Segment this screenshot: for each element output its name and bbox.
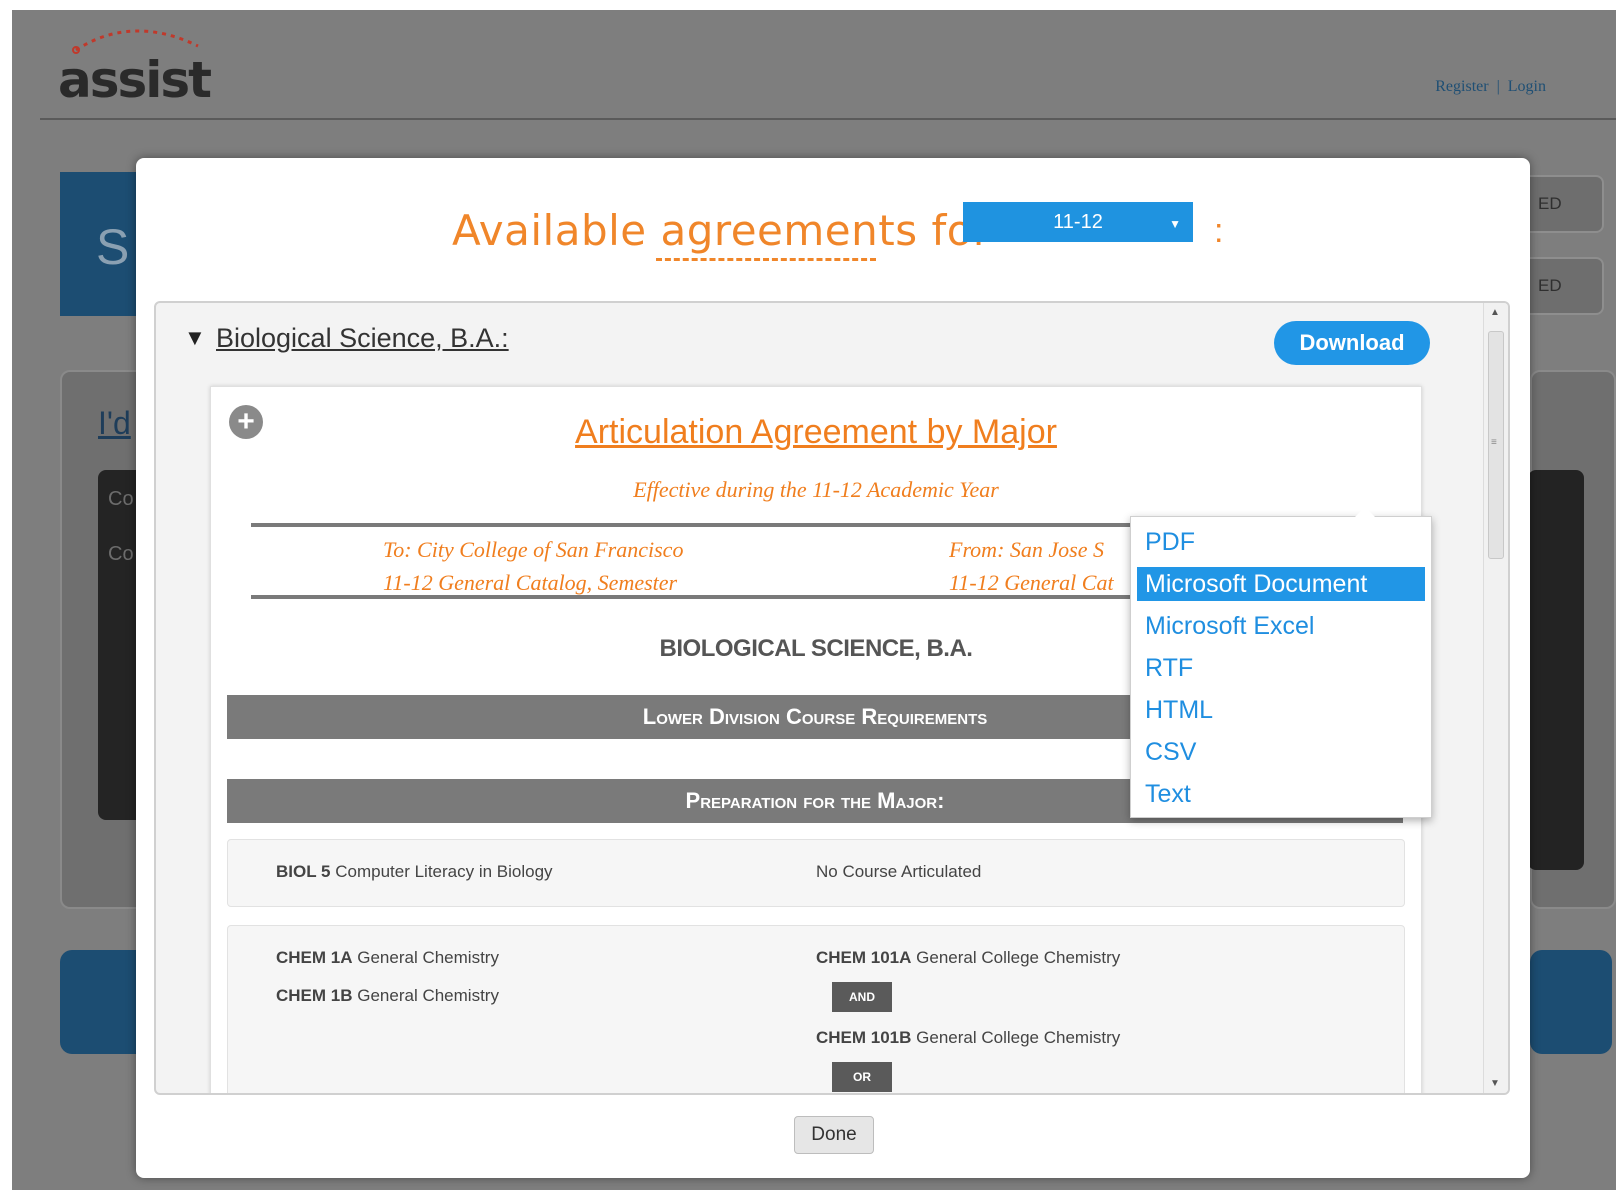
course-title: General College Chemistry [916, 1028, 1121, 1047]
bg-right-button-label: ED [1538, 194, 1562, 213]
bg-right-button-label: ED [1538, 276, 1562, 295]
course-right: No Course Articulated [816, 862, 982, 881]
course-code: CHEM 101A [816, 948, 912, 967]
course-row: BIOL 5 Computer Literacy in Biology No C… [227, 839, 1405, 907]
grip-icon: ≡ [1491, 437, 1497, 448]
login-link[interactable]: Login [1508, 78, 1546, 95]
course-code: BIOL 5 [276, 862, 331, 881]
menu-item-rtf[interactable]: RTF [1137, 651, 1425, 685]
list-scrollbar[interactable]: ▲ ≡ ▼ [1483, 303, 1508, 1093]
bg-right-dark-list [1528, 470, 1584, 870]
course-code: CHEM 1A [276, 948, 353, 967]
download-button[interactable]: Download [1274, 321, 1430, 365]
bg-list-item: Co [108, 488, 134, 510]
modal-title: Available agreements for [452, 206, 991, 255]
course-right: CHEM 101A General College Chemistry [816, 948, 1120, 968]
title-colon: : [1214, 212, 1224, 250]
scroll-down-arrow-icon[interactable]: ▼ [1490, 1078, 1500, 1089]
course-title: General College Chemistry [916, 948, 1121, 967]
course-left: CHEM 1B General Chemistry [276, 986, 499, 1006]
from-institution: From: San Jose S 11-12 General Cat [949, 533, 1119, 599]
header-divider [40, 118, 1616, 120]
course-row: CHEM 1A General Chemistry CHEM 1B Genera… [227, 925, 1405, 1093]
year-select[interactable]: 11-12 ▼ [963, 202, 1193, 242]
and-badge: AND [832, 982, 892, 1012]
course-title: General Chemistry [357, 986, 499, 1005]
menu-item-csv[interactable]: CSV [1137, 735, 1425, 769]
or-badge: OR [832, 1062, 892, 1092]
menu-item-text[interactable]: Text [1137, 777, 1425, 811]
logo-text: assist [58, 51, 212, 109]
assist-logo[interactable]: assist [58, 20, 258, 110]
menu-item-microsoft-excel[interactable]: Microsoft Excel [1137, 609, 1425, 643]
link-separator: | [1496, 78, 1500, 95]
register-link[interactable]: Register [1435, 78, 1488, 95]
bg-panel-link: I'd [98, 405, 131, 441]
agreement-title-link[interactable]: Biological Science, B.A.: [216, 323, 509, 354]
bg-list-item: Co [108, 543, 134, 565]
bg-right-banner [1530, 950, 1612, 1054]
bg-banner-text: S [96, 219, 130, 275]
done-button[interactable]: Done [794, 1116, 874, 1154]
course-right: CHEM 101B General College Chemistry [816, 1028, 1120, 1048]
title-dashed-underline [656, 258, 876, 261]
to-line: To: City College of San Francisco [383, 537, 684, 562]
course-code: CHEM 1B [276, 986, 353, 1005]
download-format-menu: PDF Microsoft Document Microsoft Excel R… [1130, 507, 1432, 818]
menu-pointer [1355, 507, 1375, 517]
agreements-list[interactable]: ▼ Biological Science, B.A.: Download + A… [154, 301, 1510, 1095]
year-select-value: 11-12 [1053, 211, 1103, 233]
scrollbar-thumb[interactable]: ≡ [1488, 331, 1504, 559]
course-title: General Chemistry [357, 948, 499, 967]
course-left: CHEM 1A General Chemistry [276, 948, 499, 968]
from-line: From: San Jose S [949, 537, 1104, 562]
agreements-modal: Available agreements for 11-12 ▼ : ▼ Bio… [136, 158, 1530, 1178]
menu-item-html[interactable]: HTML [1137, 693, 1425, 727]
top-links: Register | Login [1435, 78, 1546, 96]
course-title: Computer Literacy in Biology [335, 862, 553, 881]
document-subtitle: Effective during the 11-12 Academic Year [633, 477, 999, 502]
caret-down-icon: ▼ [1169, 217, 1181, 231]
menu-item-microsoft-document[interactable]: Microsoft Document [1137, 567, 1425, 601]
menu-item-pdf[interactable]: PDF [1137, 525, 1425, 559]
scroll-up-arrow-icon[interactable]: ▲ [1490, 307, 1500, 318]
course-code: CHEM 101B [816, 1028, 912, 1047]
document-title: Articulation Agreement by Major [575, 413, 1057, 451]
to-institution: To: City College of San Francisco 11-12 … [383, 533, 683, 599]
collapse-triangle-icon[interactable]: ▼ [184, 325, 206, 351]
course-left: BIOL 5 Computer Literacy in Biology [276, 862, 553, 882]
